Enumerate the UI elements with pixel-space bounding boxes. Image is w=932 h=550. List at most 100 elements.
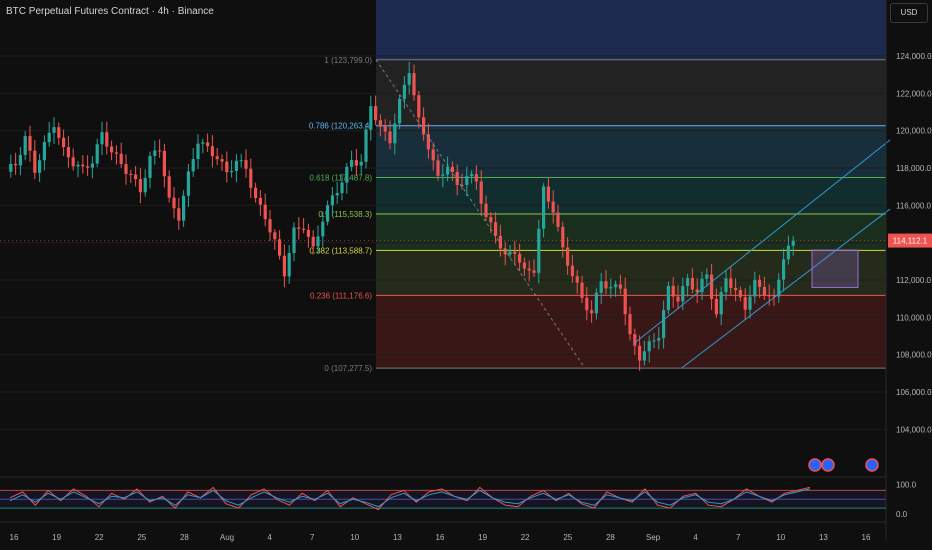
candle-body <box>734 287 738 291</box>
candle-body <box>206 142 210 147</box>
candle-body <box>402 84 406 99</box>
candle-body <box>407 73 411 85</box>
candle-body <box>90 163 94 168</box>
time-tick-label: 13 <box>819 533 828 542</box>
fib-band-0.618 <box>376 177 886 214</box>
candle-body <box>609 287 613 289</box>
candle-body <box>710 274 714 299</box>
fib-band-top <box>376 0 886 60</box>
candle-body <box>585 297 589 311</box>
time-tick-label: 7 <box>736 533 741 542</box>
candle-body <box>186 171 190 196</box>
trading-chart[interactable]: 1 (123,799.0) 0.786 (120,263.4) 0.618 (117… <box>0 0 932 550</box>
candle-body <box>642 351 646 361</box>
time-tick-label: 22 <box>521 533 530 542</box>
time-tick-label: 28 <box>180 533 189 542</box>
candle-body <box>86 166 90 168</box>
candle-body <box>652 340 656 342</box>
time-tick-label: 22 <box>95 533 104 542</box>
candle-body <box>594 292 598 314</box>
oscillator-tick-label: 100.0 <box>896 480 917 489</box>
candle-body <box>9 163 13 172</box>
candle-body <box>354 160 358 166</box>
candle-body <box>633 334 637 346</box>
candle-body <box>71 157 75 167</box>
candle-body <box>791 240 795 246</box>
candle-body <box>167 176 171 198</box>
candle-body <box>417 95 421 118</box>
price-tick-label: 104,000.0 <box>896 425 932 434</box>
candle-body <box>566 247 570 266</box>
candle-body <box>359 161 363 166</box>
candle-body <box>426 134 430 150</box>
candle-body <box>191 159 195 172</box>
candle-body <box>388 131 392 144</box>
candle-body <box>52 127 56 133</box>
candle-body <box>374 106 378 121</box>
candle-body <box>105 132 109 147</box>
time-tick-label: 28 <box>606 533 615 542</box>
candle-body <box>647 341 651 352</box>
candle-body <box>753 279 757 297</box>
candle-body <box>254 187 258 199</box>
candle-body <box>182 195 186 221</box>
candle-body <box>172 197 176 209</box>
candle-body <box>33 150 37 173</box>
fib-label-1: 1 (123,799.0) <box>324 56 372 65</box>
candle-body <box>258 198 262 205</box>
candle-body <box>278 239 282 256</box>
price-tick-label: 118,000.0 <box>896 164 932 173</box>
candle-body <box>393 123 397 144</box>
time-tick-label: 7 <box>310 533 315 542</box>
candle-body <box>786 245 790 260</box>
candle-body <box>489 216 493 223</box>
price-tick-label: 110,000.0 <box>896 313 932 322</box>
candle-body <box>422 117 426 135</box>
candle-body <box>326 205 330 222</box>
fib-band-0.5 <box>376 213 886 251</box>
candle-body <box>153 150 157 156</box>
candle-body <box>134 174 138 180</box>
candle-body <box>110 146 114 153</box>
time-tick-label: 19 <box>478 533 487 542</box>
fib-label-0: 0 (107,277.5) <box>324 364 372 373</box>
candle-body <box>474 174 478 182</box>
candle-body <box>546 186 550 202</box>
candle-body <box>311 236 315 247</box>
time-tick-label: 16 <box>862 533 871 542</box>
candle-body <box>196 143 200 160</box>
candle-body <box>215 156 219 160</box>
candle-body <box>431 149 435 161</box>
candle-body <box>455 171 459 185</box>
candle-body <box>570 265 574 277</box>
candle-body <box>666 285 670 311</box>
candle-body <box>66 147 70 158</box>
price-tick-label: 124,000.0 <box>896 52 932 61</box>
time-tick-label: 10 <box>350 533 359 542</box>
candle-body <box>234 160 238 172</box>
chart-title: BTC Perpetual Futures Contract · 4h · Bi… <box>6 6 214 17</box>
candle-body <box>350 160 354 167</box>
candle-body <box>302 228 306 230</box>
candle-body <box>508 251 512 255</box>
candle-body <box>369 106 373 130</box>
candle-body <box>537 228 541 273</box>
candle-body <box>532 270 536 273</box>
candle-body <box>762 286 766 296</box>
candle-body <box>268 219 272 233</box>
candle-body <box>340 182 344 194</box>
event-marker-icon <box>865 458 879 472</box>
time-tick-label: 25 <box>563 533 572 542</box>
candle-body <box>494 222 498 236</box>
event-marker-icon <box>821 458 835 472</box>
candle-body <box>81 164 85 167</box>
candle-body <box>38 160 42 173</box>
candle-body <box>690 278 694 290</box>
candle-body <box>436 160 440 176</box>
candle-body <box>18 155 22 166</box>
candle-body <box>124 164 128 174</box>
currency-button[interactable]: USD <box>890 3 928 23</box>
candle-body <box>239 160 243 162</box>
candle-body <box>321 221 325 237</box>
candle-body <box>143 177 147 193</box>
